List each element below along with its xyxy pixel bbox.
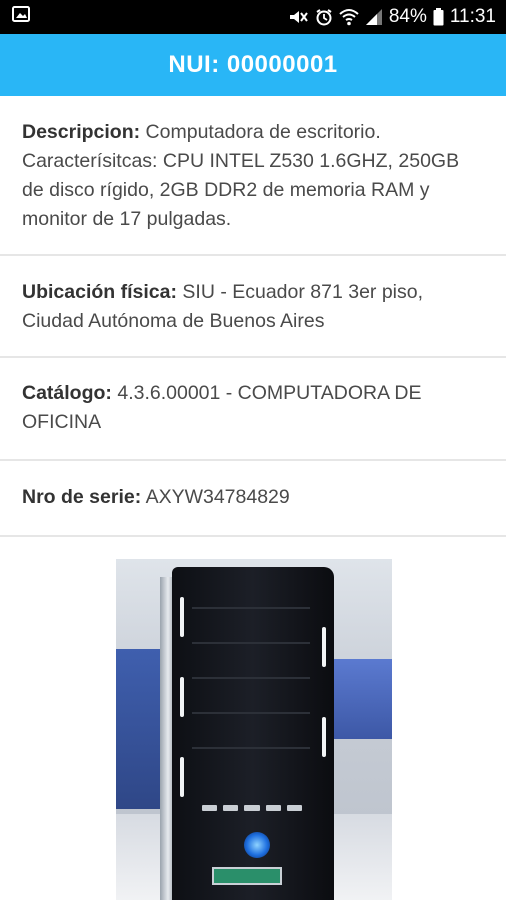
description-section: Descripcion: Computadora de escritorio. … bbox=[0, 96, 506, 256]
location-section: Ubicación física: SIU - Ecuador 871 3er … bbox=[0, 256, 506, 358]
status-right: 84% 11:31 bbox=[287, 6, 496, 28]
power-button-icon bbox=[244, 832, 270, 858]
serial-label: Nro de serie: bbox=[22, 486, 142, 508]
tower-trim bbox=[322, 717, 326, 757]
location-label: Ubicación física: bbox=[22, 281, 177, 303]
tower-bay bbox=[192, 677, 310, 679]
photo-section bbox=[0, 537, 506, 900]
tower-bay bbox=[192, 642, 310, 644]
tower-bay bbox=[192, 712, 310, 714]
serial-section: Nro de serie: AXYW34784829 bbox=[0, 461, 506, 537]
status-left bbox=[12, 6, 30, 28]
photo-background-monitor bbox=[332, 659, 392, 739]
computer-tower bbox=[172, 567, 334, 900]
description-label: Descripcion: bbox=[22, 121, 141, 143]
equipment-photo[interactable] bbox=[116, 559, 392, 900]
serial-value: AXYW34784829 bbox=[145, 486, 290, 508]
page-title: NUI: 00000001 bbox=[168, 51, 338, 78]
clock: 11:31 bbox=[449, 6, 496, 27]
tower-trim bbox=[180, 597, 184, 637]
tower-bay bbox=[192, 607, 310, 609]
tower-trim bbox=[180, 677, 184, 717]
battery-icon bbox=[433, 8, 444, 26]
catalog-section: Catálogo: 4.3.6.00001 - COMPUTADORA DE O… bbox=[0, 358, 506, 461]
signal-icon bbox=[365, 8, 383, 26]
tower-bay bbox=[192, 747, 310, 749]
battery-percent: 84% bbox=[388, 6, 427, 27]
alarm-icon bbox=[315, 8, 333, 26]
wifi-icon bbox=[339, 8, 359, 26]
usb-ports bbox=[202, 805, 303, 811]
app-bar: NUI: 00000001 bbox=[0, 34, 506, 96]
mute-icon bbox=[287, 8, 309, 26]
tower-trim bbox=[180, 757, 184, 797]
catalog-label: Catálogo: bbox=[22, 382, 112, 404]
image-icon bbox=[12, 6, 30, 28]
front-display-panel bbox=[212, 867, 282, 885]
tower-trim bbox=[322, 627, 326, 667]
status-bar: 84% 11:31 bbox=[0, 0, 506, 34]
